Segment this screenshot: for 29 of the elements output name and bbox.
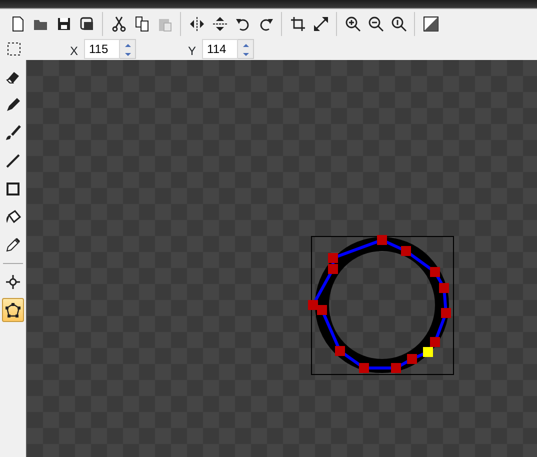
new-file-icon [10,16,26,32]
coordinate-label: Y [188,43,196,60]
zoom-in-icon [344,16,360,32]
brush-tool-icon [5,125,21,141]
number-input-field[interactable]: 115 [84,39,120,59]
transparency-grid-icon [422,16,438,32]
zoom-out-icon [368,16,384,32]
crosshair-point-tool-icon [5,274,21,290]
save-icon [56,16,72,32]
spin-arrows-button[interactable] [120,39,136,59]
scissors-icon [110,16,126,32]
resize-icon [312,16,328,32]
line-tool-icon [5,153,21,169]
spin-arrows-button[interactable] [238,39,254,59]
eraser-tool-icon [5,69,21,85]
paint-bucket-tool-icon [5,209,21,225]
polygon-tool-button[interactable] [2,298,24,322]
polygon-tool-icon [5,302,21,318]
pencil-tool-icon [5,97,21,113]
coordinate-label: X [70,43,78,60]
zoom-actual-size-icon [390,16,406,32]
save-all-icon [78,16,94,32]
flip-vertical-icon [212,16,228,32]
flip-horizontal-icon [188,16,204,32]
number-input-field[interactable]: 114 [202,39,238,59]
rectangle-select-icon [6,41,22,57]
copy-icon [134,16,150,32]
crop-icon [290,16,306,32]
rectangle-tool-icon [5,181,21,197]
